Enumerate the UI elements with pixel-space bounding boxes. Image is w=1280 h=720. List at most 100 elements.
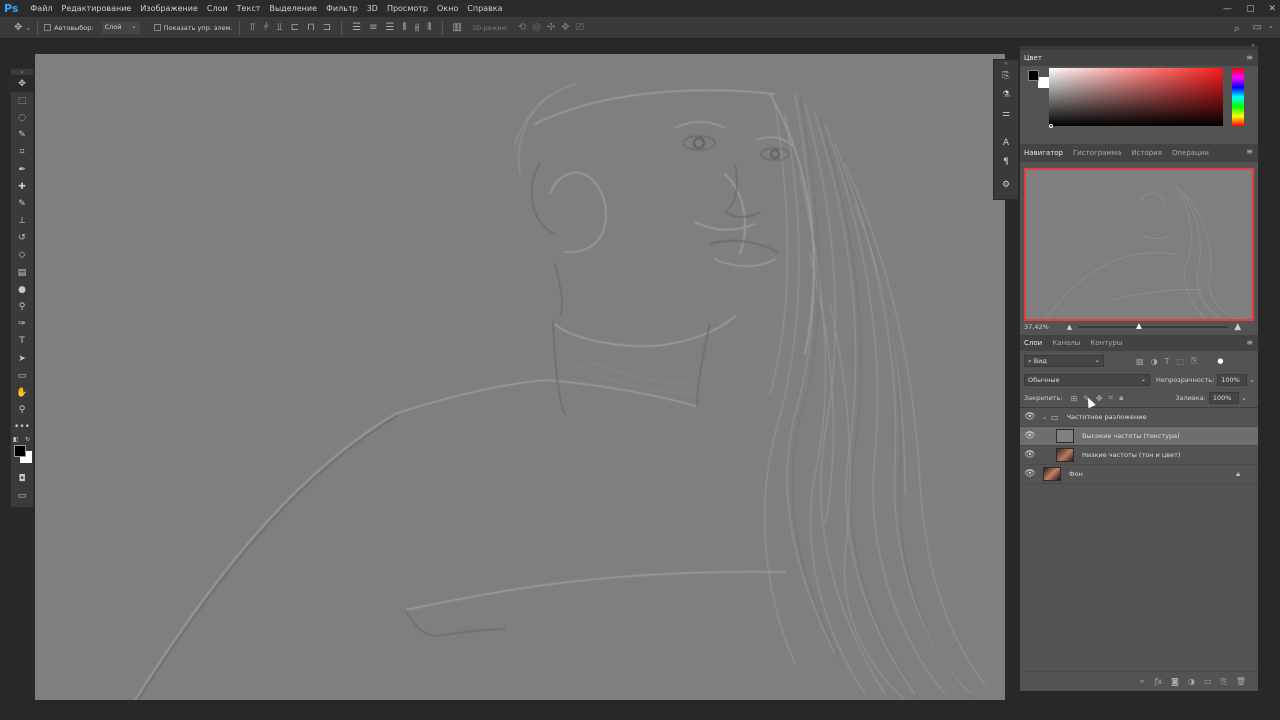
- menu-3d[interactable]: 3D: [367, 4, 378, 13]
- properties-icon[interactable]: ⎘: [994, 66, 1018, 85]
- zoom-slider[interactable]: [1078, 323, 1229, 329]
- character-icon[interactable]: A: [994, 133, 1018, 152]
- panel-menu-icon[interactable]: ≡: [1246, 53, 1253, 62]
- filter-type-icon[interactable]: T: [1165, 357, 1170, 366]
- brush-tool-icon[interactable]: ✎: [11, 195, 33, 212]
- foreground-color-swatch[interactable]: [14, 444, 26, 457]
- close-icon[interactable]: ✕: [1268, 4, 1276, 14]
- fx-icon[interactable]: ƒx: [1155, 677, 1163, 686]
- new-group-icon[interactable]: ▭: [1204, 677, 1212, 686]
- menu-window[interactable]: Окно: [437, 4, 458, 13]
- filter-shape-icon[interactable]: ⬚: [1176, 357, 1184, 366]
- menu-filter[interactable]: Фильтр: [326, 4, 358, 13]
- lock-position-icon[interactable]: ✥: [1096, 394, 1103, 403]
- menu-help[interactable]: Справка: [467, 4, 502, 13]
- fill-input[interactable]: 100%: [1208, 392, 1239, 404]
- add-mask-icon[interactable]: ◙: [1171, 677, 1179, 686]
- paragraph-icon[interactable]: ¶: [994, 152, 1018, 171]
- sliders-icon[interactable]: ⚌: [994, 104, 1018, 123]
- path-selection-icon[interactable]: ➤: [11, 350, 33, 367]
- chevron-down-icon[interactable]: ⌄: [1042, 414, 1047, 421]
- menu-select[interactable]: Выделение: [269, 4, 317, 13]
- blur-tool-icon[interactable]: ●: [11, 281, 33, 298]
- eyedropper-icon[interactable]: ✒: [11, 161, 33, 178]
- hue-slider[interactable]: [1232, 68, 1244, 126]
- menu-image[interactable]: Изображение: [140, 4, 198, 13]
- lock-transparency-icon[interactable]: ⊞: [1070, 394, 1077, 403]
- filter-adjustment-icon[interactable]: ◑: [1151, 357, 1158, 366]
- default-colors-icon[interactable]: ◧: [13, 436, 19, 443]
- chevron-down-icon[interactable]: ⌄: [25, 24, 31, 32]
- color-picker-handle[interactable]: [1049, 124, 1053, 128]
- autoselect-dropdown[interactable]: Слой ⌄: [101, 21, 140, 34]
- tab-navigator[interactable]: Навигатор: [1024, 149, 1063, 157]
- trash-icon[interactable]: 🗑︎: [1236, 677, 1246, 686]
- menu-edit[interactable]: Редактирование: [62, 4, 132, 13]
- chevron-down-icon[interactable]: ⌄: [1241, 394, 1247, 402]
- dodge-tool-icon[interactable]: ⚲: [11, 298, 33, 315]
- search-icon[interactable]: ⌕: [1234, 22, 1240, 36]
- layer-row-high-frequency[interactable]: 👁︎ Высокие частоты (текстура): [1020, 427, 1258, 446]
- pen-tool-icon[interactable]: ✑: [11, 316, 33, 333]
- navigator-preview[interactable]: [1024, 168, 1254, 321]
- collapse-icon[interactable]: «: [1251, 42, 1255, 49]
- eye-icon[interactable]: 👁︎: [1020, 412, 1040, 422]
- zoom-out-icon[interactable]: ▲: [1067, 323, 1072, 331]
- zoom-tool-icon[interactable]: ⚲: [11, 402, 33, 419]
- show-controls-checkbox[interactable]: [153, 24, 161, 31]
- libraries-icon[interactable]: ⚙: [994, 175, 1018, 194]
- eye-icon[interactable]: 👁︎: [1020, 431, 1040, 441]
- lock-artboard-icon[interactable]: ⌗: [1109, 393, 1114, 403]
- gradient-tool-icon[interactable]: ▤: [11, 264, 33, 281]
- minimize-icon[interactable]: —: [1223, 4, 1232, 14]
- menu-file[interactable]: Файл: [30, 4, 52, 13]
- move-tool-icon[interactable]: ✥: [14, 22, 22, 33]
- tab-actions[interactable]: Операции: [1172, 149, 1209, 157]
- marquee-tool-icon[interactable]: ⬚: [11, 92, 33, 109]
- align-hcenter-icon[interactable]: ⊓: [307, 22, 315, 33]
- filter-pixel-icon[interactable]: ▨: [1136, 357, 1144, 366]
- menu-type[interactable]: Текст: [237, 4, 261, 13]
- filter-smart-object-icon[interactable]: ⎘: [1191, 356, 1197, 366]
- align-top-icon[interactable]: ⫪: [250, 22, 256, 33]
- filter-toggle-icon[interactable]: ●: [1217, 357, 1223, 365]
- clone-stamp-icon[interactable]: ⊥: [11, 213, 33, 230]
- tab-paths[interactable]: Контуры: [1090, 339, 1122, 347]
- distribute-top-icon[interactable]: ☰: [352, 22, 361, 33]
- layer-row-background[interactable]: 👁︎ Фон 🔒︎: [1020, 465, 1258, 484]
- adjustments-icon[interactable]: ⚗: [994, 85, 1018, 104]
- distribute-right-icon[interactable]: ⫴: [427, 22, 431, 33]
- tab-color[interactable]: Цвет: [1024, 54, 1042, 62]
- zoom-slider-thumb[interactable]: [1136, 323, 1143, 329]
- distribute-left-icon[interactable]: ⫴: [402, 22, 406, 33]
- eye-icon[interactable]: 👁︎: [1020, 450, 1040, 460]
- autoselect-checkbox[interactable]: [44, 24, 52, 31]
- zoom-in-icon[interactable]: ▲: [1234, 322, 1241, 332]
- lasso-tool-icon[interactable]: ◌: [11, 109, 33, 126]
- tab-layers[interactable]: Слои: [1024, 339, 1042, 347]
- distribute-vcenter-icon[interactable]: ≡: [369, 22, 377, 33]
- blend-mode-dropdown[interactable]: Обычные ⌄: [1024, 374, 1150, 386]
- lock-all-icon[interactable]: 🔒︎: [1119, 393, 1123, 403]
- document-canvas[interactable]: [35, 54, 1005, 700]
- chevron-down-icon[interactable]: ⌄: [1268, 22, 1274, 30]
- screen-mode-icon[interactable]: ▭: [11, 487, 33, 504]
- healing-brush-icon[interactable]: ✚: [11, 178, 33, 195]
- hand-tool-icon[interactable]: ✋: [11, 384, 33, 401]
- eraser-icon[interactable]: ◇: [11, 247, 33, 264]
- rectangle-tool-icon[interactable]: ▭: [11, 367, 33, 384]
- panel-menu-icon[interactable]: ≡: [1246, 338, 1253, 347]
- quick-mask-icon[interactable]: ◘: [11, 470, 33, 487]
- history-brush-icon[interactable]: ↺: [11, 230, 33, 247]
- layer-filter-dropdown[interactable]: ⌕ Вид ⌄: [1024, 355, 1104, 367]
- foreground-color-swatch[interactable]: [1028, 70, 1039, 81]
- tab-histogram[interactable]: Гистограмма: [1073, 149, 1121, 157]
- adjustment-layer-icon[interactable]: ◑: [1188, 677, 1195, 686]
- zoom-value[interactable]: 37,42%: [1024, 323, 1049, 331]
- workspace-icon[interactable]: ▭: [1253, 22, 1262, 33]
- align-bottom-icon[interactable]: ⫫: [277, 22, 283, 33]
- maximize-icon[interactable]: ▢: [1246, 4, 1255, 14]
- distribute-bottom-icon[interactable]: ☰: [386, 22, 395, 33]
- more-tools-icon[interactable]: •••: [11, 419, 33, 436]
- move-tool-icon[interactable]: ✥: [11, 75, 33, 93]
